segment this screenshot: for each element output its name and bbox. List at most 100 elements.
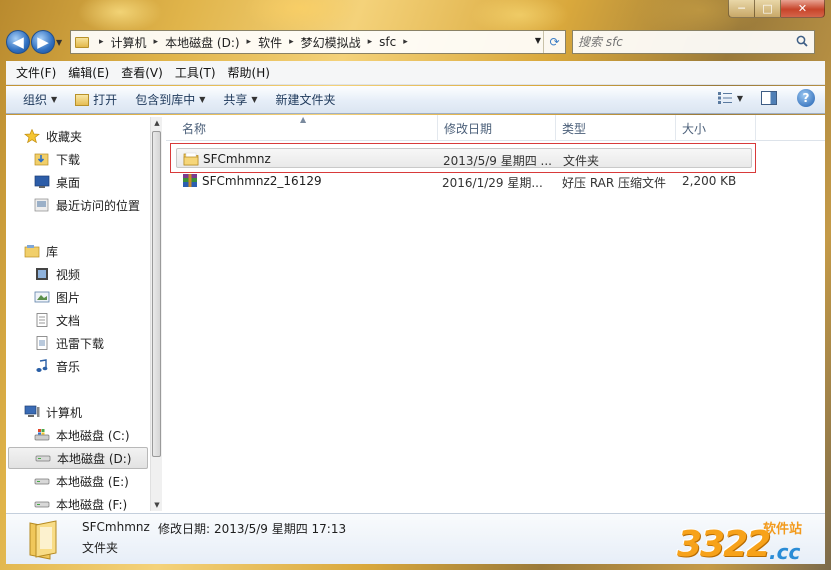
crumb-sfc[interactable]: sfc xyxy=(376,31,399,53)
nav-label: 最近访问的位置 xyxy=(56,198,141,213)
open-button[interactable]: 打开 xyxy=(66,89,126,111)
view-options-icon[interactable] xyxy=(717,91,733,105)
folder-icon xyxy=(183,152,199,166)
nav-item-recent-places[interactable]: 最近访问的位置 xyxy=(34,194,140,216)
nav-label: 本地磁盘 (C:) xyxy=(56,428,130,443)
nav-scrollbar[interactable]: ▲ ▼ xyxy=(150,117,162,511)
nav-drive-d[interactable]: 本地磁盘 (D:) xyxy=(8,447,148,469)
menu-tools[interactable]: 工具(T) xyxy=(169,64,222,81)
forward-button[interactable]: ▶ xyxy=(31,30,55,54)
file-list: ▲ 名称 修改日期 类型 大小 SFCmhmnz 2013/5/9 星期四 ..… xyxy=(166,115,825,513)
address-dropdown-icon[interactable]: ▼ xyxy=(535,36,541,45)
nav-label: 本地磁盘 (F:) xyxy=(56,497,128,512)
crumb-separator[interactable]: ▸ xyxy=(95,37,108,47)
new-folder-label: 新建文件夹 xyxy=(275,93,336,107)
search-input[interactable] xyxy=(578,35,778,49)
folder-large-icon xyxy=(29,520,57,560)
crumb-game-folder[interactable]: 梦幻模拟战 xyxy=(298,31,364,53)
new-folder-button[interactable]: 新建文件夹 xyxy=(267,89,345,111)
details-name: SFCmhmnz xyxy=(82,520,150,534)
nav-item-music[interactable]: 音乐 xyxy=(34,355,80,377)
scroll-up-icon[interactable]: ▲ xyxy=(152,119,162,127)
nav-drive-f[interactable]: 本地磁盘 (F:) xyxy=(34,493,127,515)
open-label: 打开 xyxy=(93,93,118,107)
crumb-drive-d[interactable]: 本地磁盘 (D:) xyxy=(162,31,242,53)
crumb-separator[interactable]: ▸ xyxy=(243,37,256,47)
menu-bar: 文件(F) 编辑(E) 查看(V) 工具(T) 帮助(H) xyxy=(6,61,825,85)
share-button[interactable]: 共享 ▼ xyxy=(214,89,266,111)
nav-label: 下载 xyxy=(56,152,81,167)
nav-favorites[interactable]: 收藏夹 xyxy=(24,125,82,147)
nav-item-desktop[interactable]: 桌面 xyxy=(34,171,80,193)
menu-view[interactable]: 查看(V) xyxy=(115,64,169,81)
menu-file[interactable]: 文件(F) xyxy=(10,64,62,81)
chevron-down-icon: ▼ xyxy=(251,95,258,104)
organize-label: 组织 xyxy=(23,93,48,107)
menu-edit[interactable]: 编辑(E) xyxy=(62,64,115,81)
nav-item-downloads[interactable]: 下载 xyxy=(34,148,80,170)
column-size[interactable]: 大小 xyxy=(676,115,756,141)
column-date[interactable]: 修改日期 xyxy=(438,115,556,141)
nav-libraries[interactable]: 库 xyxy=(24,240,58,262)
nav-item-documents[interactable]: 文档 xyxy=(34,309,80,331)
navigation-pane: 收藏夹 下载 桌面 最近访问的位置 库 视频 图片 文档 迅雷下载 音乐 计算机… xyxy=(6,115,162,515)
nav-item-videos[interactable]: 视频 xyxy=(34,263,80,285)
file-row[interactable]: SFCmhmnz2_16129 2016/1/29 星期... 好压 RAR 压… xyxy=(176,171,752,191)
nav-drive-e[interactable]: 本地磁盘 (E:) xyxy=(34,470,129,492)
scroll-thumb[interactable] xyxy=(152,131,161,457)
nav-computer-label: 计算机 xyxy=(46,405,83,420)
recent-places-icon xyxy=(34,198,49,212)
computer-icon xyxy=(24,405,40,417)
column-name[interactable]: 名称 xyxy=(176,115,438,141)
column-headers: ▲ 名称 修改日期 类型 大小 xyxy=(166,115,825,141)
chevron-down-icon: ▼ xyxy=(199,95,206,104)
nav-drive-c[interactable]: 本地磁盘 (C:) xyxy=(34,424,130,446)
explorer-body: 收藏夹 下载 桌面 最近访问的位置 库 视频 图片 文档 迅雷下载 音乐 计算机… xyxy=(6,115,825,513)
column-type[interactable]: 类型 xyxy=(556,115,676,141)
nav-label: 视频 xyxy=(56,267,81,282)
thunder-download-icon xyxy=(36,336,48,350)
scroll-down-icon[interactable]: ▼ xyxy=(152,501,162,509)
view-dropdown-icon[interactable]: ▼ xyxy=(737,94,743,103)
refresh-icon[interactable]: ⟳ xyxy=(543,31,565,53)
crumb-separator[interactable]: ▸ xyxy=(364,37,377,47)
back-button[interactable]: ◀ xyxy=(6,30,30,54)
include-in-library-button[interactable]: 包含到库中 ▼ xyxy=(126,89,214,111)
nav-label: 本地磁盘 (E:) xyxy=(56,474,129,489)
nav-label: 桌面 xyxy=(56,175,81,190)
search-icon[interactable] xyxy=(796,35,808,47)
crumb-software[interactable]: 软件 xyxy=(255,31,285,53)
nav-item-pictures[interactable]: 图片 xyxy=(34,286,80,308)
crumb-separator[interactable]: ▸ xyxy=(285,37,298,47)
organize-button[interactable]: 组织 ▼ xyxy=(14,89,66,111)
details-date-value: 2013/5/9 星期四 17:13 xyxy=(214,522,347,536)
downloads-folder-icon xyxy=(34,153,49,166)
file-size: 2,200 KB xyxy=(682,174,737,188)
desktop-icon xyxy=(34,175,50,188)
maximize-button[interactable]: □ xyxy=(755,0,781,18)
close-button[interactable]: ✕ xyxy=(781,0,825,18)
menu-help[interactable]: 帮助(H) xyxy=(222,64,276,81)
star-icon xyxy=(24,129,40,143)
drive-icon xyxy=(35,455,51,462)
nav-favorites-label: 收藏夹 xyxy=(46,129,83,144)
watermark-logo: 软件站 3322 .cc xyxy=(677,516,825,566)
file-date: 2016/1/29 星期... xyxy=(442,176,543,190)
address-bar[interactable]: ▸ 计算机 ▸ 本地磁盘 (D:) ▸ 软件 ▸ 梦幻模拟战 ▸ sfc ▸ ▼… xyxy=(70,30,566,54)
rar-archive-icon xyxy=(183,174,197,187)
file-row[interactable]: SFCmhmnz 2013/5/9 星期四 ... 文件夹 xyxy=(176,148,752,168)
crumb-separator[interactable]: ▸ xyxy=(399,37,412,47)
search-box[interactable] xyxy=(572,30,815,54)
help-icon[interactable]: ? xyxy=(797,89,815,107)
minimize-button[interactable]: ─ xyxy=(728,0,755,18)
nav-label: 图片 xyxy=(56,290,81,305)
documents-icon xyxy=(36,313,48,327)
history-dropdown-icon[interactable]: ▼ xyxy=(56,38,66,47)
details-type: 文件夹 xyxy=(82,541,119,555)
preview-pane-icon[interactable] xyxy=(761,91,777,105)
system-drive-icon xyxy=(34,429,50,441)
nav-item-thunder-downloads[interactable]: 迅雷下载 xyxy=(34,332,104,354)
crumb-separator[interactable]: ▸ xyxy=(150,37,163,47)
crumb-computer[interactable]: 计算机 xyxy=(108,31,150,53)
nav-computer[interactable]: 计算机 xyxy=(24,401,82,423)
